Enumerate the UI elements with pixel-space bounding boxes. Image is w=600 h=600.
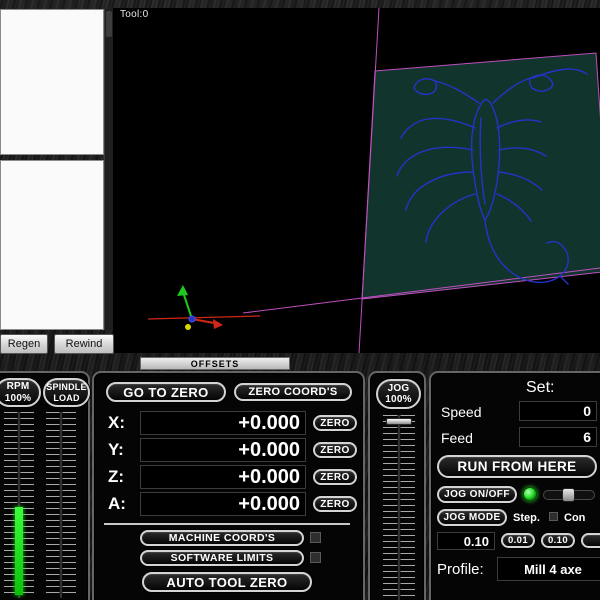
axis-label-a: A: xyxy=(108,494,126,513)
step-increment-button-2[interactable]: 0.10 xyxy=(541,533,575,548)
spindle-load-label: SPINDLE LOAD xyxy=(43,378,90,407)
toolpath-canvas xyxy=(147,7,600,354)
software-limits-button[interactable]: SOFTWARE LIMITS xyxy=(140,550,304,566)
jog-mode-button[interactable]: JOG MODE xyxy=(437,509,507,526)
spindle-label: SPINDLE xyxy=(46,382,87,393)
axis-label-y: Y: xyxy=(108,440,124,459)
jog-led xyxy=(523,487,537,501)
regen-button[interactable]: Regen xyxy=(0,334,48,354)
machine-coords-button[interactable]: MACHINE COORD'S xyxy=(140,530,304,546)
rpm-override-label: RPM 100% xyxy=(0,378,41,407)
load-label: LOAD xyxy=(53,392,80,403)
axis-label-x: X: xyxy=(108,413,125,432)
jog-override-slider[interactable] xyxy=(383,415,415,600)
step-mode-label: Step. xyxy=(513,512,540,524)
zero-z-button[interactable]: ZERO xyxy=(313,469,357,485)
profile-display: Mill 4 axe xyxy=(497,557,600,581)
step-increment-display[interactable]: 0.10 xyxy=(437,532,495,550)
tab-offsets[interactable]: OFFSETS xyxy=(140,357,290,370)
mini-slider-knob[interactable] xyxy=(562,488,575,502)
jog-pct: 100% xyxy=(385,394,412,405)
auto-tool-zero-button[interactable]: AUTO TOOL ZERO xyxy=(142,572,312,592)
gcode-list-top[interactable] xyxy=(0,9,104,155)
zero-x-button[interactable]: ZERO xyxy=(313,415,357,431)
jog-label: JOG xyxy=(387,382,410,394)
run-from-here-button[interactable]: RUN FROM HERE xyxy=(437,455,597,478)
spindle-load-meter xyxy=(46,412,76,598)
rewind-button[interactable]: Rewind xyxy=(54,334,114,354)
step-increment-button-3[interactable] xyxy=(581,533,600,548)
spindle-panel: RPM 100% SPINDLE LOAD xyxy=(0,371,90,600)
jog-slider-handle[interactable] xyxy=(386,418,412,425)
rpm-pct: 100% xyxy=(4,392,32,404)
dro-divider xyxy=(104,523,350,525)
zero-coords-button[interactable]: ZERO COORD'S xyxy=(234,383,352,401)
scrollbar-thumb[interactable] xyxy=(106,11,112,37)
jog-override-panel: JOG 100% xyxy=(368,371,426,600)
jog-on-off-button[interactable]: JOG ON/OFF xyxy=(437,486,517,503)
zero-a-button[interactable]: ZERO xyxy=(313,496,357,512)
gcode-list-bottom[interactable] xyxy=(0,160,104,330)
feed-display[interactable]: 6 xyxy=(519,427,597,447)
go-to-zero-button[interactable]: GO TO ZERO xyxy=(106,382,226,402)
gcode-scrollbar[interactable] xyxy=(104,9,113,330)
z-dro-display[interactable]: +0.000 xyxy=(140,465,306,489)
speed-label: Speed xyxy=(441,404,482,420)
machine-coords-led xyxy=(310,532,321,543)
toolpath-display[interactable]: Tool:0 xyxy=(113,7,600,354)
spindle-override-slider[interactable] xyxy=(4,412,34,598)
set-label: Set: xyxy=(526,379,555,396)
rpm-label: RPM xyxy=(6,381,30,392)
dro-panel: GO TO ZERO ZERO COORD'S X: +0.000 ZERO Y… xyxy=(92,371,365,600)
cnc-control-screen: Tool:0 Regen Rewind OFFSETS RPM 100% SPI… xyxy=(0,0,600,600)
cont-mode-label: Con xyxy=(564,512,586,524)
tool-label: Tool:0 xyxy=(120,9,149,20)
run-control-panel: Set: Speed 0 Feed 6 RUN FROM HERE JOG ON… xyxy=(429,371,600,600)
axis-label-z: Z: xyxy=(108,467,125,486)
jog-override-label: JOG 100% xyxy=(376,379,421,409)
y-dro-display[interactable]: +0.000 xyxy=(140,438,306,462)
jog-speed-mini-slider[interactable] xyxy=(543,488,595,502)
zero-y-button[interactable]: ZERO xyxy=(313,442,357,458)
profile-label: Profile: xyxy=(437,561,484,578)
x-dro-display[interactable]: +0.000 xyxy=(140,411,306,435)
origin-axes-icon xyxy=(177,285,223,330)
spindle-load-bar xyxy=(15,507,23,595)
x-axis-line xyxy=(147,315,261,320)
speed-display[interactable]: 0 xyxy=(519,401,597,421)
feed-label: Feed xyxy=(441,430,473,446)
step-mode-led xyxy=(549,512,558,521)
step-increment-button-1[interactable]: 0.01 xyxy=(501,533,535,548)
a-dro-display[interactable]: +0.000 xyxy=(140,492,306,516)
software-limits-led xyxy=(310,552,321,563)
